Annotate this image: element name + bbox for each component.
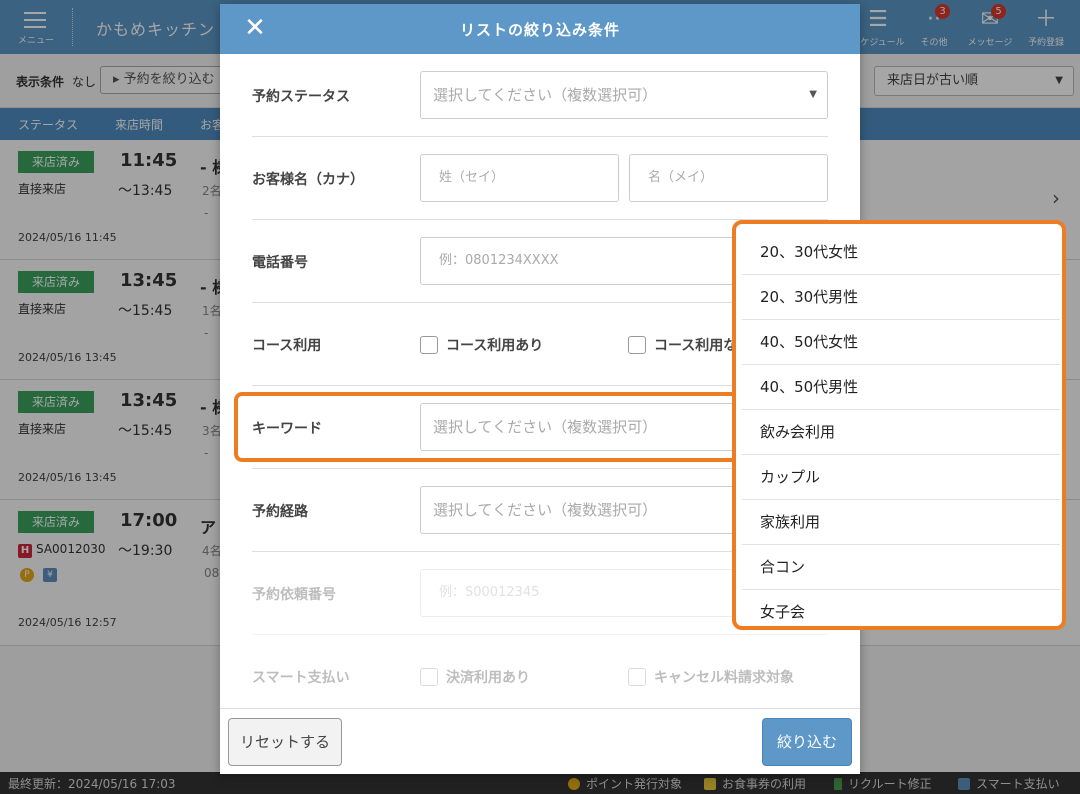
keyword-option-list: 20、30代女性 20、30代男性 40、50代女性 40、50代男性 飲み会利…	[742, 230, 1060, 624]
smartpay-used-checkbox[interactable]: 決済利用あり	[420, 667, 530, 687]
field-name: お客様名（カナ） 姓（セイ） 名（メイ）	[252, 137, 828, 220]
checkbox-icon	[420, 668, 438, 686]
modal-header: ✕ リストの絞り込み条件	[220, 4, 860, 54]
route-label: 予約経路	[252, 504, 308, 520]
keyword-option[interactable]: 飲み会利用	[742, 410, 1060, 455]
status-select[interactable]: 選択してください（複数選択可） ▼	[420, 71, 828, 119]
checkbox-icon	[420, 336, 438, 354]
keyword-option[interactable]: 家族利用	[742, 500, 1060, 545]
apply-filter-button[interactable]: 絞り込む	[762, 718, 852, 766]
modal-footer: リセットする 絞り込む	[220, 708, 860, 774]
status-placeholder: 選択してください（複数選択可）	[433, 86, 658, 104]
smartpay-used-text: 決済利用あり	[446, 670, 530, 686]
course-label: コース利用	[252, 338, 322, 354]
caret-down-icon: ▼	[809, 89, 817, 100]
checkbox-icon	[628, 668, 646, 686]
smartpay-label: スマート支払い	[252, 670, 350, 686]
keyword-option[interactable]: 合コン	[742, 545, 1060, 590]
first-name-input[interactable]: 名（メイ）	[629, 154, 828, 202]
modal-title: リストの絞り込み条件	[459, 21, 620, 39]
request-no-label: 予約依頼番号	[252, 587, 336, 603]
keyword-option[interactable]: カップル	[742, 455, 1060, 500]
keyword-option[interactable]: 40、50代女性	[742, 320, 1060, 365]
keyword-option[interactable]: 女子会	[742, 590, 1060, 624]
course-yes-checkbox[interactable]: コース利用あり	[420, 335, 543, 355]
keyword-option[interactable]: 20、30代男性	[742, 275, 1060, 320]
phone-label: 電話番号	[252, 255, 308, 271]
name-label: お客様名（カナ）	[252, 172, 364, 188]
status-label: 予約ステータス	[252, 89, 350, 105]
keyword-option[interactable]: 20、30代女性	[742, 230, 1060, 275]
keyword-highlight-box	[234, 392, 760, 462]
reset-button[interactable]: リセットする	[228, 718, 342, 766]
smartpay-cancel-text: キャンセル料請求対象	[654, 670, 794, 686]
last-name-input[interactable]: 姓（セイ）	[420, 154, 619, 202]
course-yes-text: コース利用あり	[446, 338, 544, 354]
smartpay-cancel-checkbox[interactable]: キャンセル料請求対象	[628, 667, 794, 687]
checkbox-icon	[628, 336, 646, 354]
route-placeholder: 選択してください（複数選択可）	[433, 501, 658, 519]
field-status: 予約ステータス 選択してください（複数選択可） ▼	[252, 54, 828, 137]
keyword-option[interactable]: 40、50代男性	[742, 365, 1060, 410]
keyword-dropdown: 20、30代女性 20、30代男性 40、50代女性 40、50代男性 飲み会利…	[732, 220, 1066, 630]
field-smartpay: スマート支払い 決済利用あり キャンセル料請求対象	[252, 635, 828, 708]
